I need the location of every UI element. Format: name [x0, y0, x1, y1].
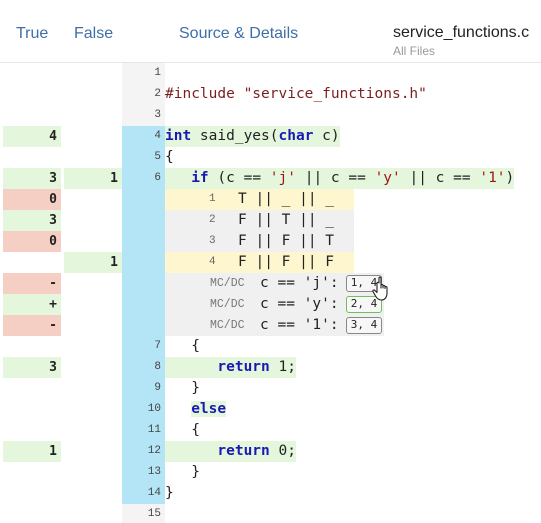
gutter-blank	[122, 189, 165, 210]
condition-combination: 2 F || T || _	[165, 210, 354, 231]
combination-number: 2	[209, 214, 216, 226]
line-number: 14	[122, 483, 165, 504]
code-text: int said_yes(char c)	[165, 126, 340, 147]
combination-value: T || _ || _	[238, 191, 335, 207]
mcdc-condition: c == '1':	[260, 317, 339, 333]
code-text: else	[191, 401, 227, 417]
mcdc-row: - MC/DC c == '1': 3, 4	[0, 315, 541, 336]
combination-number: 3	[209, 235, 216, 247]
mcdc-label: MC/DC	[210, 319, 245, 332]
code-text: {	[165, 149, 174, 165]
mcdc-row: - MC/DC c == 'j': 1, 4	[0, 273, 541, 294]
combination-value: F || T || _	[238, 212, 335, 228]
source-line: 4 4 int said_yes(char c)	[0, 126, 541, 147]
code-text: }	[165, 485, 174, 501]
line-number: 4	[122, 126, 165, 147]
line-number: 3	[122, 105, 165, 126]
code-text: }	[165, 464, 200, 480]
column-header-false[interactable]: False	[74, 25, 113, 43]
mcdc-pair-badge[interactable]: 3, 4	[346, 317, 382, 334]
false-count: 1	[64, 168, 122, 189]
line-number: 11	[122, 420, 165, 441]
true-count: 3	[3, 357, 61, 378]
code-text: return 0;	[165, 441, 296, 462]
code-text: return 1;	[165, 357, 296, 378]
condition-combination: 1 T || _ || _	[165, 189, 354, 210]
source-line: 7 {	[0, 336, 541, 357]
mcdc-label: MC/DC	[210, 277, 245, 290]
mcdc-label: MC/DC	[210, 298, 245, 311]
combination-value: F || F || T	[238, 233, 335, 249]
code-text[interactable]: if (c == 'j' || c == 'y' || c == '1')	[165, 168, 515, 189]
gutter-blank	[122, 315, 165, 336]
line-number: 13	[122, 462, 165, 483]
line-number: 15	[122, 504, 165, 523]
true-count: 0	[3, 231, 61, 252]
column-header-source[interactable]: Source & Details	[179, 25, 298, 43]
hand-pointer-icon	[372, 276, 388, 301]
source-line: 1	[0, 63, 541, 84]
condition-combination: 4 F || F || F	[165, 252, 354, 273]
true-count: 4	[3, 126, 61, 147]
condition-row: 0 3 F || F || T	[0, 231, 541, 252]
mcdc-condition: c == 'j':	[260, 275, 339, 291]
combination-value: F || F || F	[238, 254, 335, 270]
line-number: 7	[122, 336, 165, 357]
source-line: 14 }	[0, 483, 541, 504]
source-line: 15	[0, 504, 541, 523]
true-count: 0	[3, 189, 61, 210]
condition-row: 1 4 F || F || F	[0, 252, 541, 273]
line-number: 9	[122, 378, 165, 399]
file-scope[interactable]: All Files	[393, 44, 435, 58]
coverage-header: True False Source & Details service_func…	[0, 0, 541, 63]
false-count: 1	[64, 252, 122, 273]
source-line: 2 #include "service_functions.h"	[0, 84, 541, 105]
true-count: 3	[3, 168, 61, 189]
source-line: 3 1 6 if (c == 'j' || c == 'y' || c == '…	[0, 168, 541, 189]
gutter-blank	[122, 294, 165, 315]
mcdc-detail: MC/DC c == 'j': 1, 4	[165, 273, 384, 294]
source-line: 10 else	[0, 399, 541, 420]
source-line: 5 {	[0, 147, 541, 168]
mcdc-detail: MC/DC c == '1': 3, 4	[165, 315, 384, 336]
source-line: 3	[0, 105, 541, 126]
mcdc-row: + MC/DC c == 'y': 2, 4	[0, 294, 541, 315]
true-count: 1	[3, 441, 61, 462]
source-line: 3 8 return 1;	[0, 357, 541, 378]
mcdc-status: -	[3, 315, 61, 336]
mcdc-detail: MC/DC c == 'y': 2, 4	[165, 294, 384, 315]
source-line: 13 }	[0, 462, 541, 483]
gutter-blank	[122, 252, 165, 273]
combination-number: 1	[209, 193, 216, 205]
line-number: 10	[122, 399, 165, 420]
condition-row: 0 1 T || _ || _	[0, 189, 541, 210]
condition-row: 3 2 F || T || _	[0, 210, 541, 231]
true-count: 3	[3, 210, 61, 231]
gutter-blank	[122, 273, 165, 294]
code-text: #include "service_functions.h"	[165, 86, 427, 102]
source-line: 1 12 return 0;	[0, 441, 541, 462]
line-number: 8	[122, 357, 165, 378]
column-header-true[interactable]: True	[16, 25, 48, 43]
condition-combination: 3 F || F || T	[165, 231, 354, 252]
line-number: 5	[122, 147, 165, 168]
source-line: 11 {	[0, 420, 541, 441]
gutter-blank	[122, 210, 165, 231]
gutter-blank	[122, 231, 165, 252]
line-number: 1	[122, 63, 165, 84]
mcdc-condition: c == 'y':	[260, 296, 339, 312]
file-name: service_functions.c	[393, 24, 530, 41]
mcdc-status: +	[3, 294, 61, 315]
line-number: 12	[122, 441, 165, 462]
source-line: 9 }	[0, 378, 541, 399]
code-text: }	[165, 380, 200, 396]
code-text: {	[165, 422, 200, 438]
line-number: 6	[122, 168, 165, 189]
combination-number: 4	[209, 256, 216, 268]
line-number: 2	[122, 84, 165, 105]
code-text: {	[165, 338, 200, 354]
mcdc-status: -	[3, 273, 61, 294]
